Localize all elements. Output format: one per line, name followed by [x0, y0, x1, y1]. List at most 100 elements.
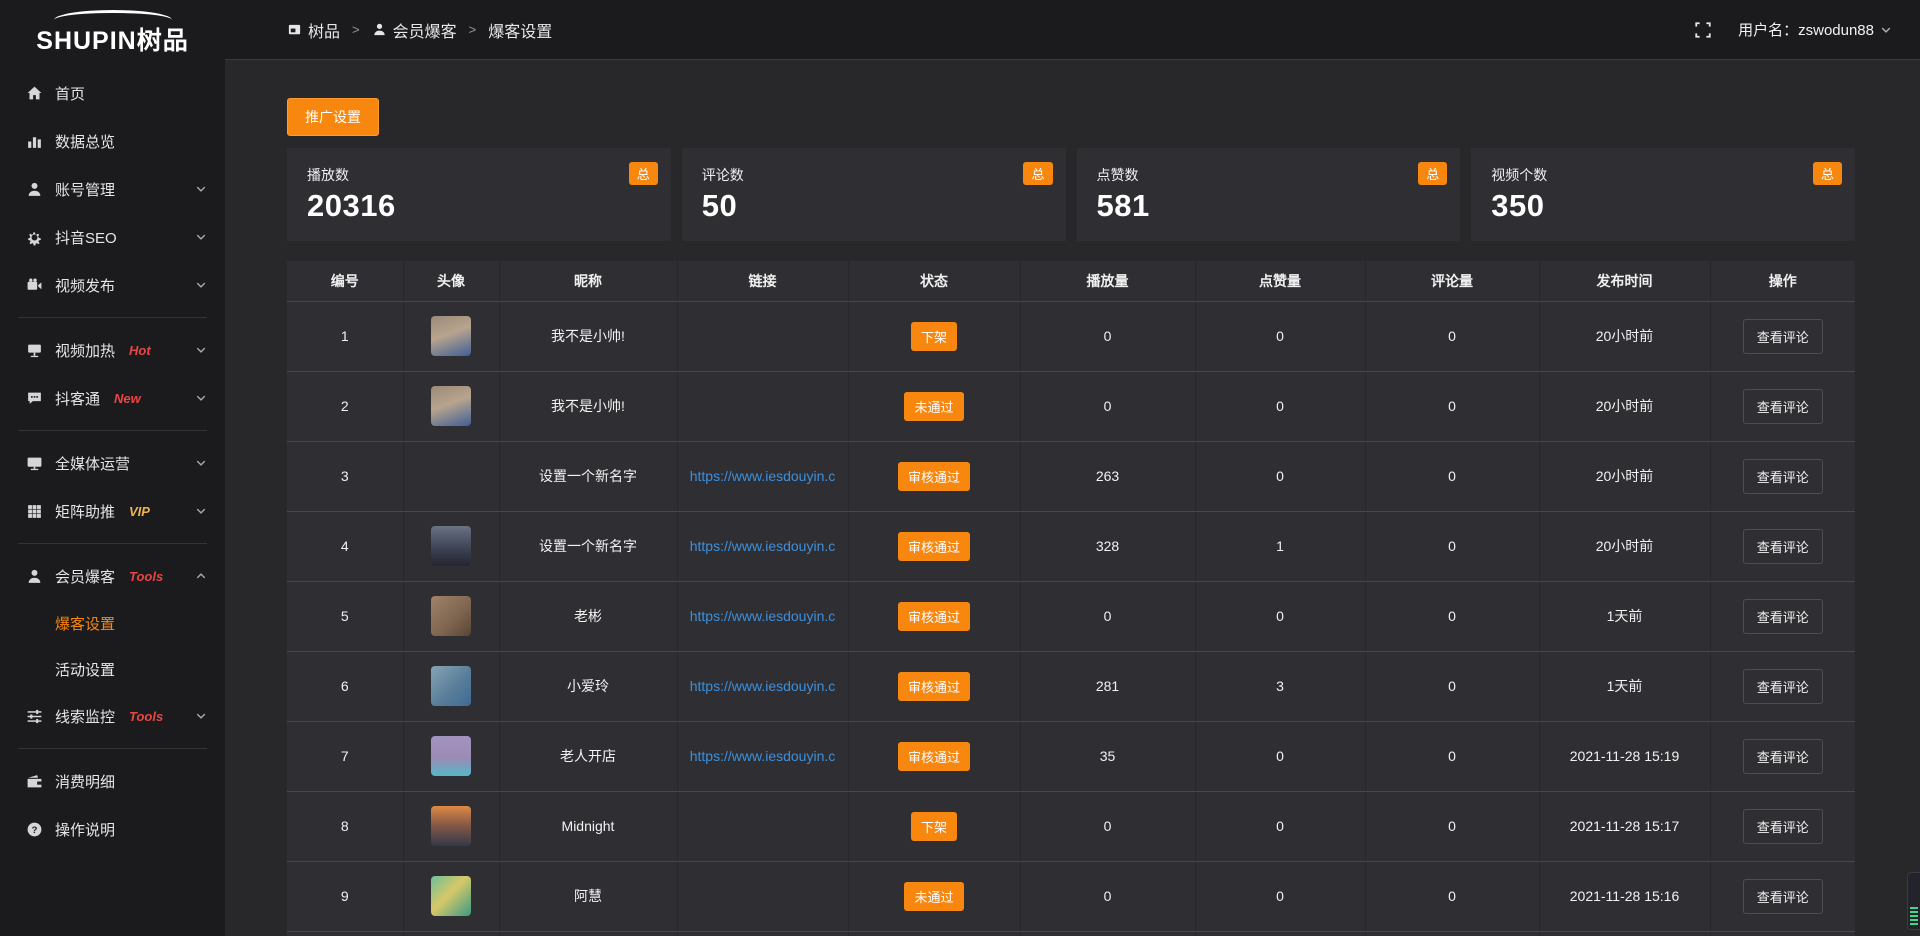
- sidebar-menu: 首页数据总览账号管理抖音SEO视频发布视频加热Hot 抖客通 New 全媒体运营矩阵助…: [0, 69, 225, 853]
- breadcrumb-label: 爆客设置: [488, 18, 552, 42]
- cell-avatar: [403, 441, 499, 511]
- view-comments-button[interactable]: 查看评论: [1743, 669, 1823, 704]
- member-icon: [26, 568, 43, 585]
- cell-avatar: [403, 931, 499, 936]
- sidebar-item-操作说明[interactable]: ?操作说明: [0, 805, 225, 853]
- sidebar-item-首页[interactable]: 首页: [0, 69, 225, 117]
- table-header-row: 编号头像昵称链接状态播放量点赞量评论量发布时间操作: [287, 261, 1855, 301]
- cell-nickname: Midnight: [499, 791, 677, 861]
- chevron-down-icon: [1880, 24, 1892, 36]
- cell-avatar: [403, 861, 499, 931]
- view-comments-button[interactable]: 查看评论: [1743, 319, 1823, 354]
- cell-comments: 0: [1365, 441, 1539, 511]
- breadcrumb-item-2[interactable]: 爆客设置: [488, 18, 552, 42]
- sidebar-item-badge: Tools: [129, 569, 163, 584]
- videos-table: 编号头像昵称链接状态播放量点赞量评论量发布时间操作 1我不是小帅!下架00020…: [287, 261, 1855, 936]
- sidebar-item-全媒体运营[interactable]: 全媒体运营: [0, 439, 225, 487]
- cell-link: https://www.iesdouyin.c: [677, 721, 848, 791]
- chevron-down-icon: [195, 710, 207, 722]
- brand-logo[interactable]: SHUPIN树品: [36, 2, 188, 57]
- status-badge: 未通过: [904, 882, 963, 911]
- breadcrumb-item-1[interactable]: 会员爆客: [372, 18, 457, 42]
- username-label: 用户名：zswodun88: [1738, 19, 1874, 40]
- cell-time: 20小时前: [1539, 301, 1710, 371]
- cell-action: 查看评论: [1710, 581, 1855, 651]
- cell-time: 1天前: [1539, 651, 1710, 721]
- sidebar-item-视频加热[interactable]: 视频加热Hot: [0, 326, 225, 374]
- stats-row: 播放数20316总评论数50总点赞数581总视频个数350总: [287, 148, 1855, 241]
- stat-label: 点赞数: [1097, 165, 1441, 185]
- sidebar-item-badge: Hot: [129, 343, 151, 358]
- sidebar-item-label: 账号管理: [55, 179, 115, 200]
- cell-link: [677, 371, 848, 441]
- stat-label: 评论数: [702, 165, 1046, 185]
- sidebar-subitem-活动设置[interactable]: 活动设置: [0, 646, 225, 692]
- stat-value: 50: [702, 188, 1046, 224]
- cell-comments: 0: [1365, 651, 1539, 721]
- chart-icon: [26, 133, 43, 150]
- view-comments-button[interactable]: 查看评论: [1743, 459, 1823, 494]
- sidebar-item-抖客通[interactable]: 抖客通 New: [0, 374, 225, 422]
- total-badge: 总: [1023, 162, 1052, 185]
- logo-text: SHUPIN树品: [36, 21, 188, 57]
- sidebar-item-数据总览[interactable]: 数据总览: [0, 117, 225, 165]
- view-comments-button[interactable]: 查看评论: [1743, 599, 1823, 634]
- cell-action: 查看评论: [1710, 791, 1855, 861]
- table-row: 1我不是小帅!下架00020小时前查看评论: [287, 301, 1855, 371]
- sidebar-item-矩阵助推[interactable]: 矩阵助推VIP: [0, 487, 225, 535]
- sidebar-item-线索监控[interactable]: 线索监控Tools: [0, 692, 225, 740]
- avatar: [431, 526, 471, 566]
- fullscreen-icon[interactable]: [1694, 21, 1712, 39]
- cell-action: 查看评论: [1710, 721, 1855, 791]
- column-header-操作: 操作: [1710, 261, 1855, 301]
- cell-plays: 0: [1020, 371, 1195, 441]
- video-link[interactable]: https://www.iesdouyin.c: [678, 678, 848, 694]
- column-header-编号: 编号: [287, 261, 403, 301]
- cell-nickname: [499, 931, 677, 936]
- sidebar-item-badge: New: [114, 391, 141, 406]
- cell-status: 下架: [848, 301, 1020, 371]
- sidebar-item-抖音SEO[interactable]: 抖音SEO: [0, 213, 225, 261]
- avatar: [431, 806, 471, 846]
- cell-link: https://www.iesdouyin.c: [677, 581, 848, 651]
- promotion-settings-button[interactable]: 推广设置: [287, 98, 379, 136]
- cell-comments: 0: [1365, 301, 1539, 371]
- logo-arc-decoration: [54, 10, 172, 20]
- floating-widget[interactable]: [1907, 872, 1920, 930]
- user-icon: [26, 181, 43, 198]
- cell-plays: 0: [1020, 581, 1195, 651]
- sidebar-item-label: 数据总览: [55, 131, 115, 152]
- cell-time: 2021-11-28 15:19: [1539, 721, 1710, 791]
- sidebar-divider: [18, 430, 207, 431]
- sidebar-item-label: 抖客通: [55, 388, 100, 409]
- sidebar: 首页数据总览账号管理抖音SEO视频发布视频加热Hot 抖客通 New 全媒体运营矩阵助…: [0, 59, 225, 936]
- username-menu[interactable]: 用户名：zswodun88: [1738, 19, 1892, 40]
- person-icon: [372, 22, 387, 37]
- avatar: [431, 736, 471, 776]
- cell-likes: 0: [1195, 791, 1365, 861]
- column-header-链接: 链接: [677, 261, 848, 301]
- table-row: 6小爱玲https://www.iesdouyin.c审核通过281301天前查…: [287, 651, 1855, 721]
- video-link[interactable]: https://www.iesdouyin.c: [678, 538, 848, 554]
- chevron-up-icon: [195, 570, 207, 582]
- view-comments-button[interactable]: 查看评论: [1743, 879, 1823, 914]
- view-comments-button[interactable]: 查看评论: [1743, 529, 1823, 564]
- sidebar-item-消费明细[interactable]: 消费明细: [0, 757, 225, 805]
- cell-status: 审核通过: [848, 511, 1020, 581]
- view-comments-button[interactable]: 查看评论: [1743, 739, 1823, 774]
- video-link[interactable]: https://www.iesdouyin.c: [678, 468, 848, 484]
- view-comments-button[interactable]: 查看评论: [1743, 389, 1823, 424]
- status-badge: 审核通过: [898, 672, 970, 701]
- cell-time: 20小时前: [1539, 511, 1710, 581]
- view-comments-button[interactable]: 查看评论: [1743, 809, 1823, 844]
- sidebar-item-视频发布[interactable]: 视频发布: [0, 261, 225, 309]
- cell-nickname: 小爱玲: [499, 651, 677, 721]
- sidebar-item-会员爆客[interactable]: 会员爆客Tools: [0, 552, 225, 600]
- sidebar-submenu: 爆客设置活动设置: [0, 600, 225, 692]
- sidebar-subitem-爆客设置[interactable]: 爆客设置: [0, 600, 225, 646]
- video-link[interactable]: https://www.iesdouyin.c: [678, 748, 848, 764]
- cell-link: https://www.iesdouyin.c: [677, 441, 848, 511]
- sidebar-item-账号管理[interactable]: 账号管理: [0, 165, 225, 213]
- video-link[interactable]: https://www.iesdouyin.c: [678, 608, 848, 624]
- breadcrumb-item-0[interactable]: 树品: [287, 18, 340, 42]
